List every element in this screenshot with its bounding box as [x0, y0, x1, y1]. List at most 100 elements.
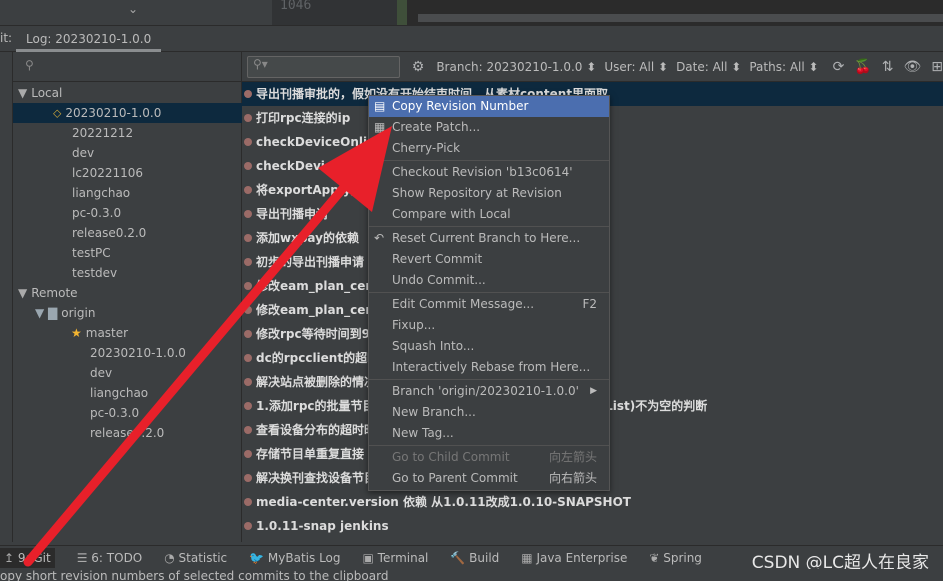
toolwindow-java-enterprise[interactable]: ▦ Java Enterprise — [521, 551, 627, 565]
chevron-down-icon[interactable]: ⌄ — [128, 2, 138, 16]
undo-icon: ↶ — [374, 231, 385, 245]
toolwindow-9-git[interactable]: ↥ 9: Git — [0, 547, 55, 568]
menu-item-label: Copy Revision Number — [392, 99, 529, 113]
branch-item-label: testdev — [72, 266, 118, 280]
branch-item[interactable]: 20221212 — [13, 123, 242, 143]
commit-node — [244, 234, 252, 242]
menu-item-label: Reset Current Branch to Here... — [392, 231, 581, 245]
expand-icon: ▼ — [18, 86, 28, 100]
commit-node — [244, 138, 252, 146]
tree-remote[interactable]: ▼ Remote — [13, 283, 242, 303]
branch-item[interactable]: liangchao — [13, 183, 242, 203]
new-tab-icon[interactable]: ⊞ — [931, 59, 943, 75]
branch-item[interactable]: testPC — [13, 243, 242, 263]
user-filter[interactable]: User: All ⬍ — [604, 60, 668, 74]
menu-item-interactively-rebase-from-here[interactable]: Interactively Rebase from Here... — [369, 357, 609, 378]
date-filter[interactable]: Date: All ⬍ — [676, 60, 741, 74]
commit-message: checkDeviceOnline — [256, 159, 384, 173]
horizontal-scrollbar[interactable] — [418, 14, 943, 22]
toolwindow-label: Build — [469, 550, 500, 565]
remote-branch-item[interactable]: release0.2.0 — [13, 423, 242, 443]
menu-item-create-patch[interactable]: ▦ Create Patch... — [369, 117, 609, 138]
toolwindow-label: MyBatis Log — [267, 550, 341, 565]
toolwindow-terminal[interactable]: ▣ Terminal — [363, 551, 429, 565]
cherry-pick-icon[interactable]: 🍒 — [854, 59, 871, 75]
branch-item[interactable]: pc-0.3.0 — [13, 203, 242, 223]
log-toolbar: ⚲▾ ⚙ Branch: 20230210-1.0.0 ⬍ User: All … — [242, 52, 943, 82]
remote-branch-item[interactable]: liangchao — [13, 383, 242, 403]
status-bar: opy short revision numbers of selected c… — [0, 569, 943, 581]
tree-origin[interactable]: ▼ ▇ origin — [13, 303, 242, 323]
remote-branch-item[interactable]: dev — [13, 363, 242, 383]
menu-separator — [369, 226, 609, 227]
menu-item-label: Show Repository at Revision — [392, 186, 562, 200]
submenu-arrow-icon: ▶ — [590, 386, 597, 396]
tree-local[interactable]: ▼ Local — [13, 83, 242, 103]
tag-icon: ⬦ — [53, 106, 62, 120]
toolwindow-statistic[interactable]: ◔ Statistic — [164, 551, 227, 565]
commit-message: 存储节目单重复直接 — [256, 447, 365, 461]
branch-item-label: liangchao — [72, 186, 131, 200]
remote-branch-item[interactable]: ★ master — [13, 323, 242, 343]
menu-item-revert-commit[interactable]: Revert Commit — [369, 249, 609, 270]
menu-item-cherry-pick[interactable]: Cherry-Pick — [369, 138, 609, 159]
menu-item-fixup[interactable]: Fixup... — [369, 315, 609, 336]
menu-item-new-tag[interactable]: New Tag... — [369, 423, 609, 444]
branch-search-input[interactable]: ⚲ — [13, 52, 242, 82]
commit-message: dc的rpcclient的超时 — [256, 351, 380, 365]
menu-item-label: Interactively Rebase from Here... — [392, 360, 591, 374]
menu-item-branch-origin-20230210-1-0-0[interactable]: Branch 'origin/20230210-1.0.0' ▶ — [369, 381, 609, 402]
branch-item[interactable]: dev — [13, 143, 242, 163]
commit-node — [244, 210, 252, 218]
folder-icon: ▼ ▇ — [35, 306, 58, 320]
branch-item[interactable]: lc20221106 — [13, 163, 242, 183]
branch-item[interactable]: ⬦ 20230210-1.0.0 — [13, 103, 242, 123]
menu-item-compare-with-local[interactable]: Compare with Local — [369, 204, 609, 225]
menu-item-copy-revision-number[interactable]: ▤ Copy Revision Number — [369, 96, 609, 117]
branches-panel: ⚲ ▼ Local ⬦ 20230210-1.0.0 20221212 dev lc2022… — [13, 52, 242, 542]
commit-node — [244, 498, 252, 506]
shortcut: F2 — [582, 297, 597, 311]
paths-filter[interactable]: Paths: All ⬍ — [749, 60, 818, 74]
menu-item-new-branch[interactable]: New Branch... — [369, 402, 609, 423]
remote-branch-item[interactable]: pc-0.3.0 — [13, 403, 242, 423]
search-icon: ⚲▾ — [253, 56, 268, 71]
remote-branch-item-label: 20230210-1.0.0 — [90, 346, 186, 360]
menu-item-go-to-parent-commit[interactable]: Go to Parent Commit 向右箭头 — [369, 468, 609, 489]
menu-item-squash-into[interactable]: Squash Into... — [369, 336, 609, 357]
branch-item[interactable]: release0.2.0 — [13, 223, 242, 243]
git-icon: ↥ — [4, 550, 18, 565]
gear-icon[interactable]: ⚙ — [412, 59, 425, 75]
menu-item-show-repository-at-revision[interactable]: Show Repository at Revision — [369, 183, 609, 204]
branch-item-label: pc-0.3.0 — [72, 206, 122, 220]
menu-item-undo-commit[interactable]: Undo Commit... — [369, 270, 609, 291]
menu-item-edit-commit-message[interactable]: Edit Commit Message... F2 — [369, 294, 609, 315]
commit-message: 查看设备分布的超时时 — [256, 423, 377, 437]
branch-item[interactable]: testdev — [13, 263, 242, 283]
sort-icon[interactable]: ⇅ — [882, 59, 894, 75]
toolwindow-spring[interactable]: ❦ Spring — [649, 551, 702, 565]
menu-item-reset-current-branch-to-here[interactable]: ↶ Reset Current Branch to Here... — [369, 228, 609, 249]
menu-item-checkout-revision-b13c0614[interactable]: Checkout Revision 'b13c0614' — [369, 162, 609, 183]
toolwindow-build[interactable]: 🔨 Build — [450, 551, 499, 565]
log-search-input[interactable]: ⚲▾ — [247, 55, 400, 78]
remote-branch-item-label: release0.2.0 — [90, 426, 165, 440]
commit-node — [244, 258, 252, 266]
toolwindow-label: Java Enterprise — [536, 550, 628, 565]
refresh-icon[interactable]: ⟳ — [833, 59, 845, 75]
commit-node — [244, 306, 252, 314]
branch-filter[interactable]: Branch: 20230210-1.0.0 ⬍ — [436, 60, 596, 74]
menu-item-label: Branch 'origin/20230210-1.0.0' — [392, 384, 579, 398]
tab-log[interactable]: Log: 20230210-1.0.0 — [16, 26, 162, 52]
commit-node — [244, 474, 252, 482]
eye-icon[interactable]: 👁 — [903, 59, 921, 75]
spring-icon: ❦ — [649, 550, 664, 565]
tab-label: Log: 20230210-1.0.0 — [26, 32, 152, 46]
commit-row[interactable]: media-center.version 依赖 从1.0.11改成1.0.10-… — [242, 490, 943, 514]
toolwindow-mybatis-log[interactable]: 🐦 MyBatis Log — [249, 551, 340, 565]
remote-branch-item[interactable]: 20230210-1.0.0 — [13, 343, 242, 363]
commit-row[interactable]: 1.0.11-snap jenkins — [242, 514, 943, 538]
commit-node — [244, 90, 252, 98]
toolwindow-6-todo[interactable]: ☰ 6: TODO — [77, 551, 143, 565]
branch-item-label: lc20221106 — [72, 166, 144, 180]
